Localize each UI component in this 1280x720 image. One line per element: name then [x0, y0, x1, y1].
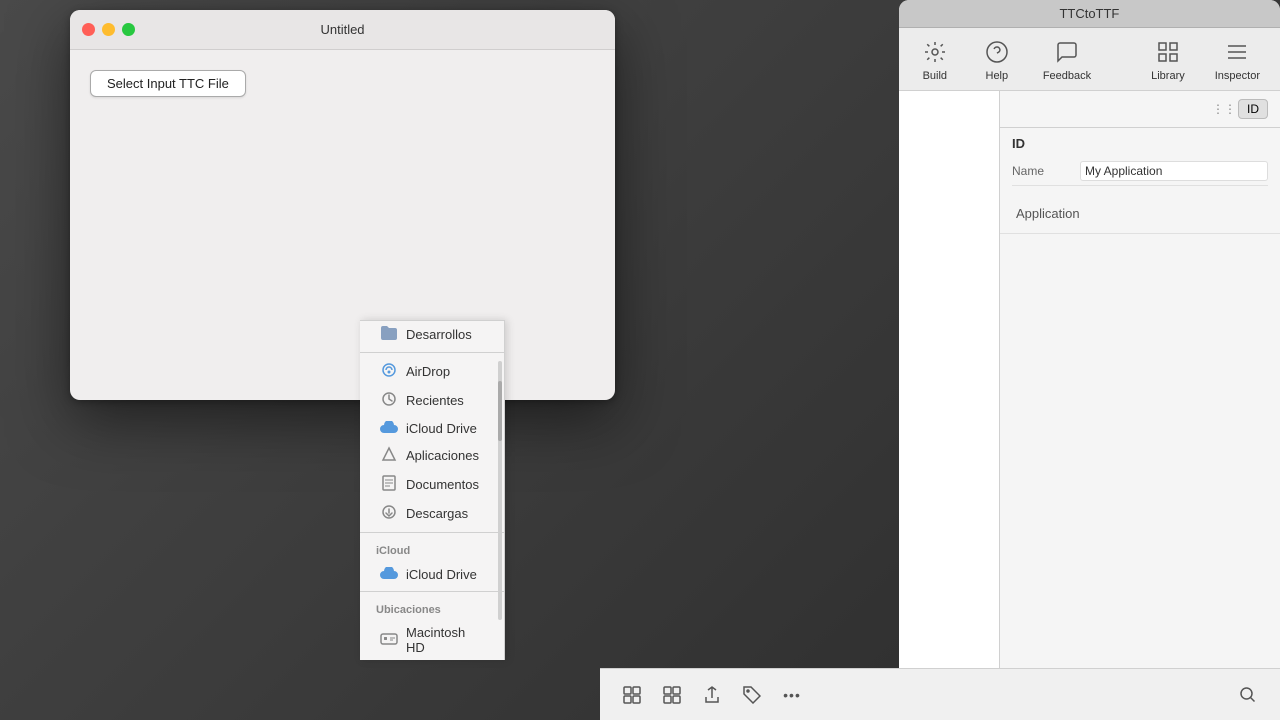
help-label: Help — [986, 70, 1009, 82]
feedback-icon — [1051, 36, 1083, 68]
build-icon — [919, 36, 951, 68]
help-icon — [981, 36, 1013, 68]
documentos-icon — [380, 475, 398, 494]
bg-app-toolbar: Build Help Feedback — [899, 28, 1280, 91]
fg-titlebar: Untitled — [70, 10, 615, 50]
fg-window-title: Untitled — [320, 22, 364, 37]
share-button[interactable] — [696, 679, 728, 711]
sidebar-item-macintosh-hd[interactable]: Macintosh HD — [364, 620, 500, 660]
macintosh-hd-label: Macintosh HD — [406, 625, 484, 655]
window-controls — [82, 23, 135, 36]
help-toolbar-item[interactable]: Help — [981, 36, 1013, 82]
application-label: Application — [1016, 206, 1080, 221]
build-label: Build — [923, 70, 947, 82]
more-button[interactable]: ••• — [776, 679, 808, 711]
recientes-label: Recientes — [406, 393, 464, 408]
sidebar-scrollbar-thumb — [498, 381, 502, 441]
inspector-label: Inspector — [1215, 70, 1260, 82]
build-toolbar-item[interactable]: Build — [919, 36, 951, 82]
bottom-toolbar: ••• — [600, 668, 1280, 720]
feedback-toolbar-item[interactable]: Feedback — [1043, 36, 1091, 82]
feedback-label: Feedback — [1043, 70, 1091, 82]
icloud-drive-2-icon — [380, 566, 398, 582]
documentos-label: Documentos — [406, 477, 479, 492]
sidebar-divider-1 — [360, 352, 504, 353]
ubicaciones-section-label: Ubicaciones — [360, 596, 504, 620]
inspector-toolbar: ⋮⋮ ID — [1000, 91, 1280, 128]
bg-app-titlebar: TTCtoTTF — [899, 0, 1280, 28]
icloud-section-label: iCloud — [360, 537, 504, 561]
inspector-name-value[interactable]: My Application — [1080, 161, 1268, 181]
sidebar-divider-2 — [360, 532, 504, 533]
icloud-drive-icon — [380, 420, 398, 436]
inspector-id-section: ID Name My Application — [1000, 128, 1280, 194]
minimize-button[interactable] — [102, 23, 115, 36]
search-button[interactable] — [1232, 679, 1264, 711]
inspector-section-id-title: ID — [1012, 136, 1268, 151]
sidebar-item-documentos[interactable]: Documentos — [364, 470, 500, 499]
aplicaciones-label: Aplicaciones — [406, 448, 479, 463]
tag-button[interactable] — [736, 679, 768, 711]
airdrop-icon — [380, 362, 398, 381]
bg-app-main — [899, 91, 1000, 720]
fg-content: Select Input TTC File — [70, 50, 615, 117]
aplicaciones-icon — [380, 446, 398, 465]
inspector-id-button[interactable]: ID — [1238, 99, 1268, 119]
desarrollos-label: Desarrollos — [406, 327, 472, 342]
inspector-icon — [1221, 36, 1253, 68]
app-section-label: Application — [1000, 194, 1280, 234]
sidebar-item-recientes[interactable]: Recientes — [364, 386, 500, 415]
inspector-view-controls: ⋮⋮ ID — [1214, 99, 1268, 119]
rows-icon: ⋮⋮ — [1214, 99, 1234, 119]
icloud-drive-label: iCloud Drive — [406, 421, 477, 436]
sidebar-item-descargas[interactable]: Descargas — [364, 499, 500, 528]
sidebar-divider-3 — [360, 591, 504, 592]
inspector-panel: ⋮⋮ ID ID Name My Application Application — [1000, 91, 1280, 720]
library-label: Library — [1151, 70, 1185, 82]
sidebar-item-airdrop[interactable]: AirDrop — [364, 357, 500, 386]
macintosh-hd-icon — [380, 632, 398, 649]
inspector-toolbar-item[interactable]: Inspector — [1215, 36, 1260, 82]
grid-view-button[interactable] — [616, 679, 648, 711]
select-input-ttc-button[interactable]: Select Input TTC File — [90, 70, 246, 97]
untitled-window: Untitled Select Input TTC File — [70, 10, 615, 400]
folder-icon — [380, 326, 398, 343]
descargas-icon — [380, 504, 398, 523]
close-button[interactable] — [82, 23, 95, 36]
sidebar-item-icloud-drive[interactable]: iCloud Drive — [364, 415, 500, 441]
sidebar-item-desarrollos[interactable]: Desarrollos — [364, 321, 500, 348]
maximize-button[interactable] — [122, 23, 135, 36]
recientes-icon — [380, 391, 398, 410]
sidebar-item-icloud-drive-2[interactable]: iCloud Drive — [364, 561, 500, 587]
icloud-drive-2-label: iCloud Drive — [406, 567, 477, 582]
airdrop-label: AirDrop — [406, 364, 450, 379]
sidebar-scrollbar[interactable] — [498, 361, 502, 620]
library-icon — [1152, 36, 1184, 68]
ttc-to-ttf-window: TTCtoTTF Build Help — [899, 0, 1280, 720]
inspector-name-label: Name — [1012, 164, 1072, 178]
inspector-name-row: Name My Application — [1012, 157, 1268, 186]
bg-app-title: TTCtoTTF — [1059, 6, 1119, 21]
sidebar-panel: Desarrollos AirDrop Recientes — [360, 320, 505, 660]
sidebar-item-aplicaciones[interactable]: Aplicaciones — [364, 441, 500, 470]
list-view-button[interactable] — [656, 679, 688, 711]
bg-app-content: ⋮⋮ ID ID Name My Application Application — [899, 91, 1280, 720]
library-toolbar-item[interactable]: Library — [1151, 36, 1185, 82]
descargas-label: Descargas — [406, 506, 468, 521]
